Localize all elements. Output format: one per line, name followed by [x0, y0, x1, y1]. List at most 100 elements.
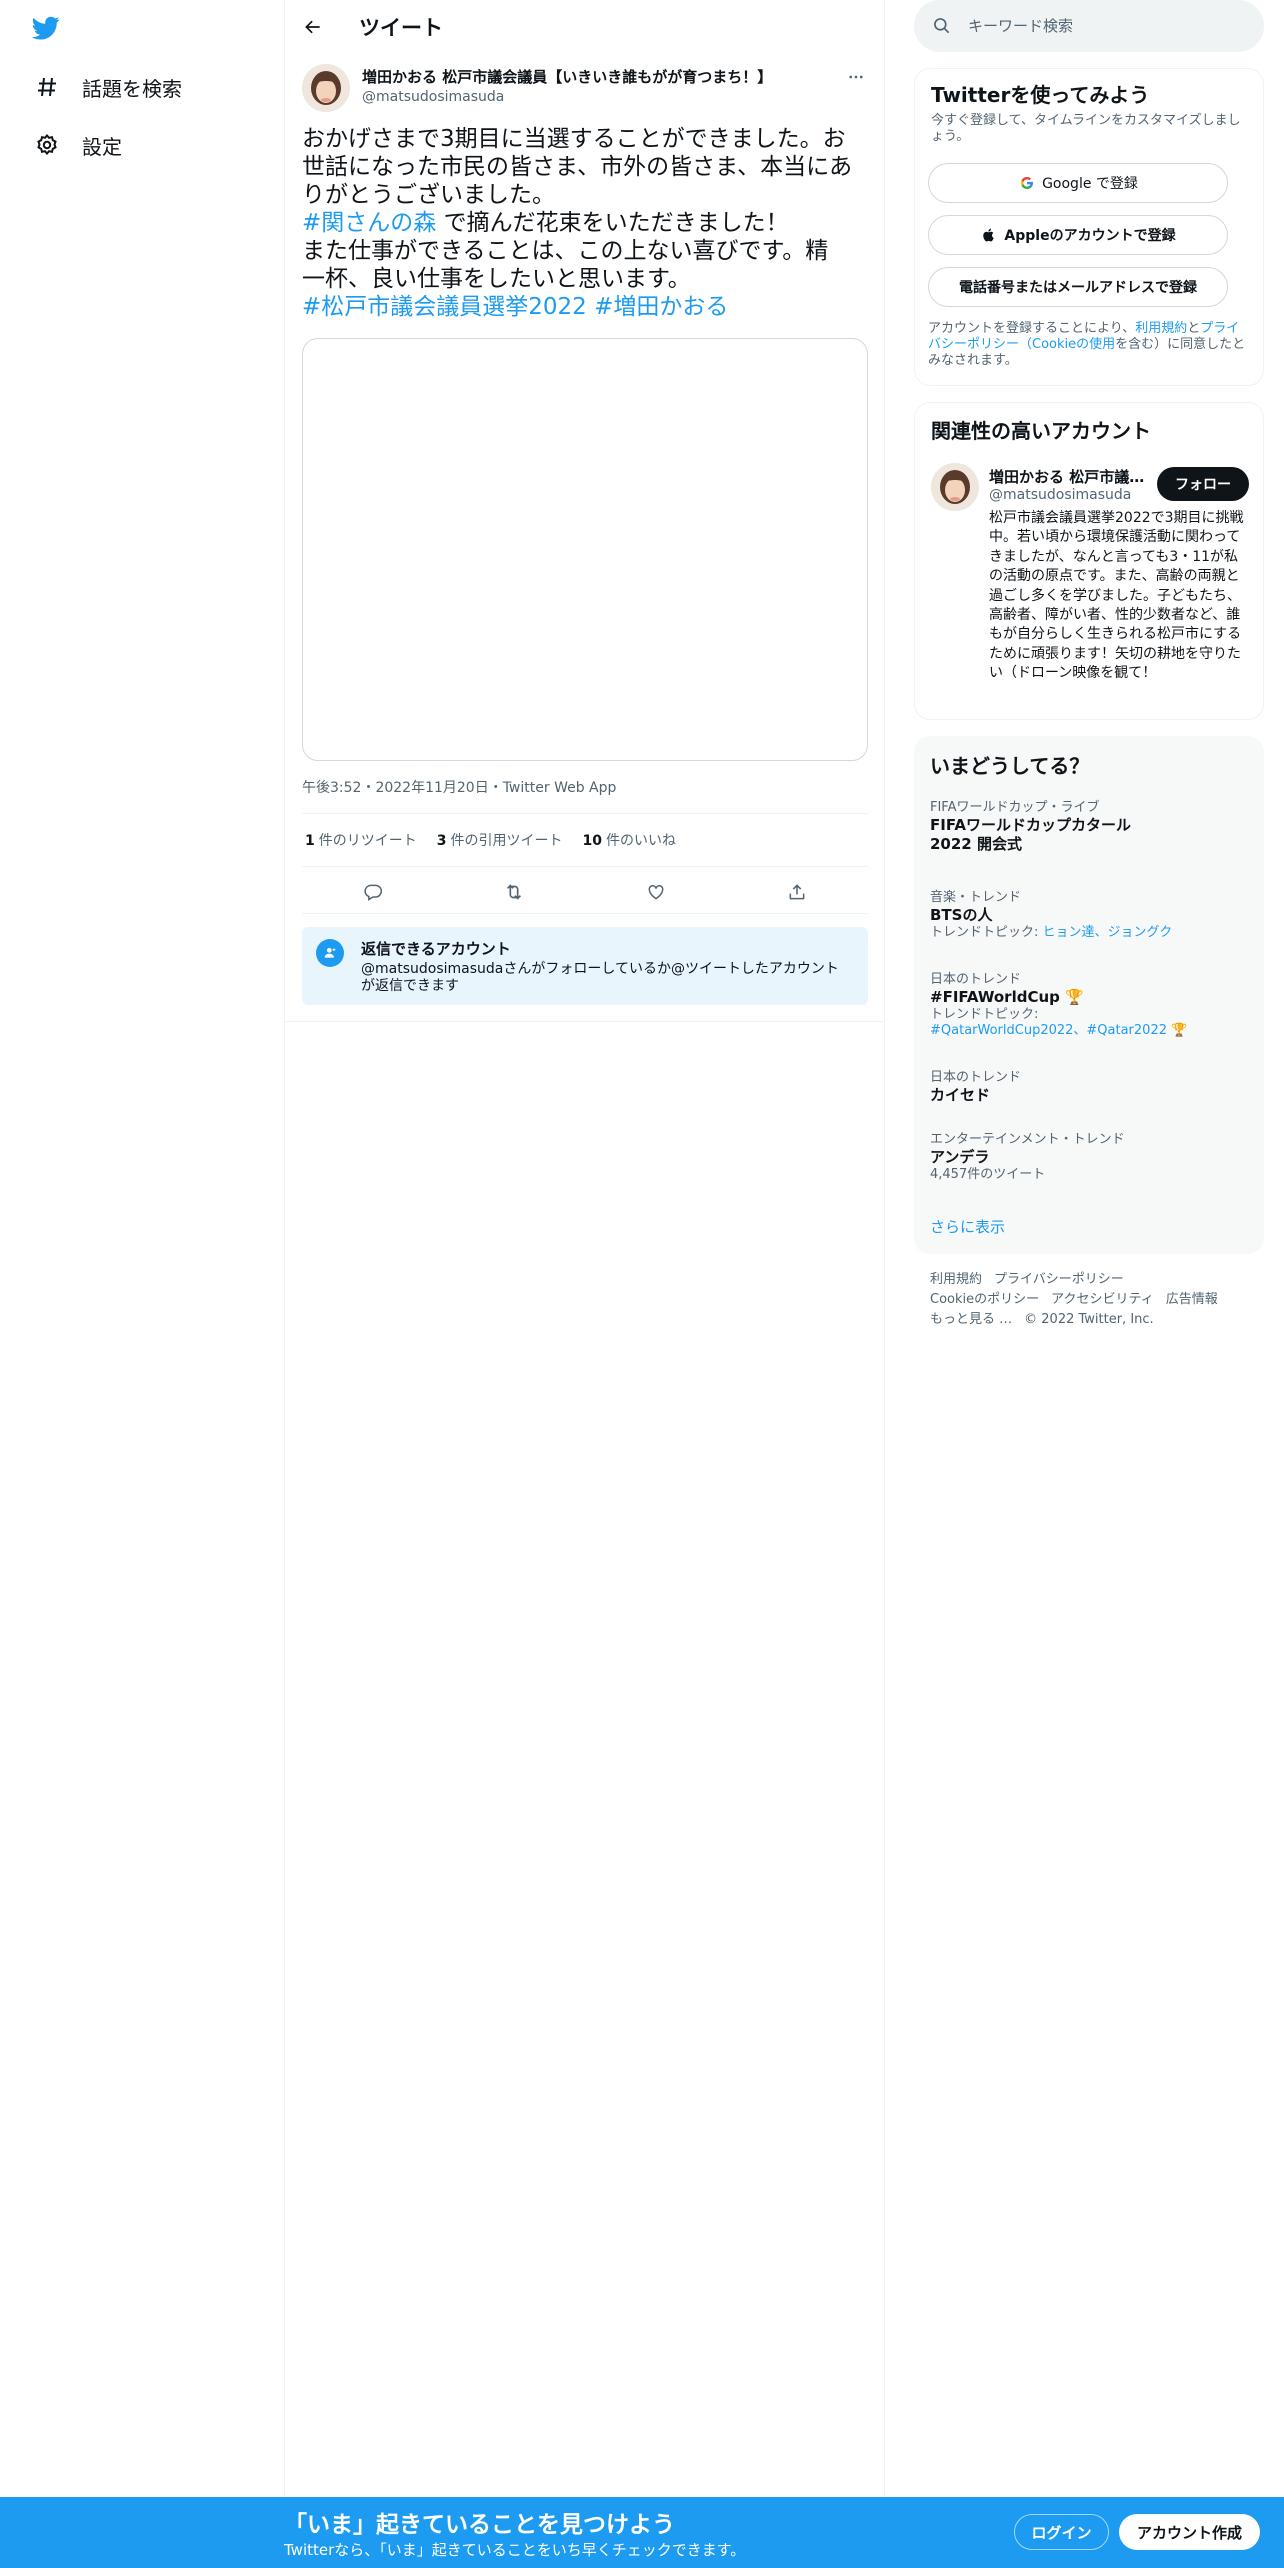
- phone-email-signup-button[interactable]: 電話番号またはメールアドレスで登録: [928, 267, 1228, 307]
- trend-topics-label: トレンドトピック:: [930, 925, 1043, 940]
- tweet-media[interactable]: [302, 338, 868, 761]
- footer-link[interactable]: Cookieのポリシー: [930, 1292, 1039, 1307]
- quote-count-value: 3: [436, 833, 447, 849]
- footer-link[interactable]: プライバシーポリシー: [994, 1272, 1124, 1287]
- divider: [302, 813, 868, 814]
- login-button[interactable]: ログイン: [1014, 2514, 1109, 2550]
- apple-signup-label: Appleのアカウントで登録: [1004, 228, 1176, 244]
- tweet-text-line: おかげさまで3期目に当選することができました。お: [302, 125, 874, 153]
- trend-topics-links[interactable]: ヒョン達、ジョングク: [1043, 925, 1173, 940]
- reply-restriction-title: 返信できるアカウント: [361, 940, 511, 958]
- signup-terms: アカウントを登録することにより、利用規約とプライバシーポリシー（Cookieの使…: [928, 321, 1248, 369]
- google-signup-label: Google で登録: [1042, 176, 1138, 192]
- footer-row: 利用規約 プライバシーポリシー: [930, 1270, 1250, 1290]
- related-account-handle[interactable]: @matsudosimasuda: [989, 487, 1131, 503]
- footer-link[interactable]: 広告情報: [1166, 1292, 1218, 1307]
- footer-link[interactable]: 利用規約: [930, 1272, 982, 1287]
- follow-button[interactable]: フォロー: [1157, 467, 1249, 501]
- phone-email-signup-label: 電話番号またはメールアドレスで登録: [959, 280, 1197, 296]
- like-count-label: 件のいいね: [605, 833, 676, 849]
- trend-title-wrap: #FIFAWorldCup 🏆: [930, 988, 1250, 1007]
- header: ツイート: [285, 0, 885, 54]
- like-count[interactable]: 10 件のいいね: [583, 830, 676, 850]
- signup-card-title: Twitterを使ってみよう: [931, 83, 1150, 107]
- reply-restriction-box: 返信できるアカウント @matsudosimasudaさんがフォローしているか@…: [302, 927, 868, 1005]
- trend-item[interactable]: エンターテインメント・トレンド アンデラ 4,457件のツイート: [930, 1132, 1250, 1183]
- quote-count-label: 件の引用ツイート: [450, 833, 563, 849]
- tweet-text-line: #関さんの森 で摘んだ花束をいただきました！: [302, 209, 874, 237]
- twitter-logo-icon[interactable]: [30, 14, 66, 44]
- trend-item[interactable]: 日本のトレンド カイセド: [930, 1070, 1250, 1105]
- retweet-button[interactable]: [496, 874, 532, 910]
- trend-title: BTSの人: [930, 906, 993, 924]
- tweet-text-segment: りがとうございました。: [302, 182, 555, 208]
- banner-title: 「いま」起きていることを見つけよう: [284, 2512, 675, 2538]
- footer-link[interactable]: アクセシビリティ: [1051, 1292, 1154, 1307]
- trends-card: いまどうしてる？ FIFAワールドカップ・ライブ FIFAワールドカップカタール…: [914, 736, 1264, 1254]
- retweet-count[interactable]: 1 件のリツイート: [305, 830, 417, 850]
- footer-more-link[interactable]: もっと見る …: [930, 1312, 1012, 1327]
- hashtag-link[interactable]: #松戸市議会議員選挙2022: [302, 294, 587, 320]
- like-button[interactable]: [638, 874, 674, 910]
- nav-explore[interactable]: 話題を検索: [32, 62, 182, 112]
- terms-text: アカウントを登録することにより、: [928, 321, 1136, 336]
- terms-text: と: [1187, 321, 1201, 336]
- related-accounts-card: 関連性の高いアカウント 増田かおる 松戸市議会議員【いきいき誰もがが育つまち！】…: [914, 402, 1264, 720]
- trend-topics: トレンドトピック: ヒョン達、ジョングク: [930, 925, 1250, 941]
- tweet-author-handle[interactable]: @matsudosimasuda: [362, 89, 504, 105]
- person-icon: [316, 939, 344, 967]
- tweet-actions: [302, 872, 868, 912]
- trend-item[interactable]: FIFAワールドカップ・ライブ FIFAワールドカップカタール2022 開会式: [930, 800, 1250, 854]
- hashtag-link[interactable]: #関さんの森: [302, 210, 436, 236]
- trend-item[interactable]: 音楽・トレンド BTSの人 トレンドトピック: ヒョン達、ジョングク: [930, 890, 1250, 941]
- more-options-button[interactable]: [843, 64, 869, 90]
- banner-subtitle: Twitterなら、「いま」起きていることをいち早くチェックできます。: [284, 2541, 746, 2559]
- nav-settings[interactable]: 設定: [32, 120, 122, 170]
- search-input[interactable]: [968, 17, 1228, 35]
- divider: [302, 913, 868, 914]
- footer-row: もっと見る … © 2022 Twitter, Inc.: [930, 1310, 1250, 1330]
- nav-explore-label: 話題を検索: [82, 76, 182, 101]
- trend-title: アンデラ: [930, 1148, 990, 1166]
- back-button[interactable]: [295, 9, 331, 45]
- tweet-text-segment: で摘んだ花束をいただきました！: [436, 210, 789, 236]
- related-account-name[interactable]: 増田かおる 松戸市議会議員【いきいき誰もがが育つまち！】: [989, 466, 1149, 487]
- tweet-text-segment: また仕事ができることは、この上ない喜びです。精: [302, 238, 829, 264]
- apple-icon: [980, 226, 998, 244]
- retweet-count-label: 件のリツイート: [318, 833, 417, 849]
- trend-item[interactable]: 日本のトレンド #FIFAWorldCup 🏆 トレンドトピック: #Qatar…: [930, 972, 1250, 1039]
- trend-title: カイセド: [930, 1086, 991, 1104]
- page-title: ツイート: [359, 16, 443, 40]
- google-signup-button[interactable]: Google で登録: [928, 163, 1228, 203]
- more-icon: [849, 75, 863, 79]
- footer-links: 利用規約 プライバシーポリシー Cookieのポリシー アクセシビリティ 広告情報 も…: [930, 1270, 1250, 1330]
- tweet-text-line: また仕事ができることは、この上ない喜びです。精: [302, 237, 874, 265]
- trend-category: FIFAワールドカップ・ライブ: [930, 800, 1100, 815]
- signup-button[interactable]: アカウント作成: [1119, 2514, 1260, 2550]
- tweet-text-segment: 世話になった市民の皆さま、市外の皆さま、本当にあ: [302, 154, 853, 180]
- tweet-author-avatar[interactable]: [302, 64, 350, 112]
- like-count-value: 10: [582, 833, 602, 849]
- trend-topics-links[interactable]: #QatarWorldCup2022、#Qatar2022: [930, 1023, 1167, 1038]
- divider: [302, 866, 868, 867]
- share-button[interactable]: [779, 874, 815, 910]
- trend-category: 日本のトレンド: [930, 1070, 1022, 1085]
- tweet-timestamp[interactable]: 午後3:52・2022年11月20日・Twitter Web App: [302, 777, 616, 797]
- trend-topics: #QatarWorldCup2022、#Qatar2022 🏆: [930, 1023, 1250, 1039]
- tweet-author-name[interactable]: 増田かおる 松戸市議会議員【いきいき誰もがが育つまち！】: [362, 66, 772, 87]
- reply-button[interactable]: [355, 874, 391, 910]
- retweet-count-value: 1: [305, 833, 315, 849]
- arrow-left-icon: [305, 20, 320, 34]
- hashtag-link[interactable]: #増田かおる: [594, 294, 728, 320]
- login-banner: 「いま」起きていることを見つけよう Twitterなら、「いま」起きていることを…: [0, 2497, 1284, 2568]
- terms-link[interactable]: 利用規約: [1135, 321, 1187, 336]
- trend-title: FIFAワールドカップカタール2022 開会式: [930, 816, 1131, 853]
- related-account-avatar[interactable]: [931, 463, 979, 511]
- tweet-text-segment: おかげさまで3期目に当選することができました。お: [302, 126, 846, 152]
- quote-count[interactable]: 3 件の引用ツイート: [437, 830, 563, 850]
- search-box[interactable]: [914, 0, 1264, 52]
- apple-signup-button[interactable]: Appleのアカウントで登録: [928, 215, 1228, 255]
- tweet-text-line: 世話になった市民の皆さま、市外の皆さま、本当にあ: [302, 153, 874, 181]
- show-more-link[interactable]: さらに表示: [930, 1216, 1005, 1237]
- trend-tweet-count: 4,457件のツイート: [930, 1167, 1046, 1182]
